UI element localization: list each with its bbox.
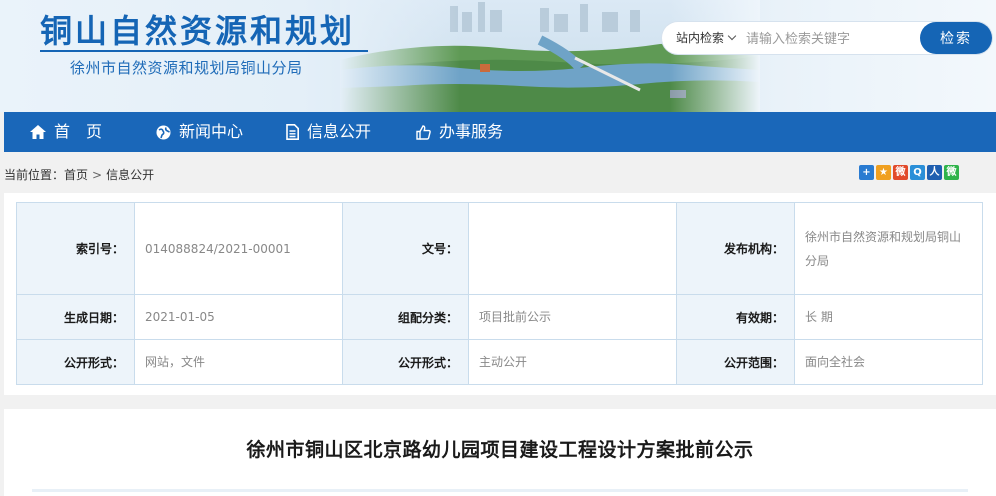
nav-item-home[interactable]: 首 页 (30, 112, 102, 152)
breadcrumb: 当前位置：首页 > 信息公开 (4, 166, 154, 183)
globe-icon (156, 125, 171, 139)
article-panel: 徐州市铜山区北京路幼儿园项目建设工程设计方案批前公示 (4, 409, 996, 496)
meta-value-doc-no (468, 202, 677, 295)
article-divider (32, 489, 968, 492)
nav-item-news[interactable]: 新闻中心 (156, 112, 243, 152)
city-scenery-image (340, 0, 760, 112)
chevron-down-icon (727, 31, 737, 41)
meta-label-validity: 有效期： (676, 294, 795, 340)
meta-value-category: 项目批前公示 (468, 294, 677, 340)
meta-value-publisher: 徐州市自然资源和规划局铜山分局 (794, 202, 983, 295)
breadcrumb-info-link[interactable]: 信息公开 (106, 166, 154, 183)
search-box: 站内检索 检索 (662, 22, 992, 54)
title-divider (40, 50, 368, 52)
star-share-icon[interactable]: ★ (876, 165, 891, 180)
meta-label-open-form-2: 公开形式： (342, 339, 469, 385)
nav-item-label: 信息公开 (307, 122, 372, 141)
nav-item-label: 新闻中心 (179, 122, 244, 141)
weibo-icon[interactable]: 微 (893, 165, 908, 180)
qq-icon[interactable]: Q (910, 165, 925, 180)
add-share-icon[interactable]: + (859, 165, 874, 180)
meta-label-open-scope: 公开范围： (676, 339, 795, 385)
nav-item-info-disclosure[interactable]: 信息公开 (286, 112, 371, 152)
home-icon (30, 125, 46, 139)
search-button[interactable]: 检索 (920, 22, 992, 54)
wechat-icon[interactable]: 微 (944, 165, 959, 180)
nav-item-label: 首 页 (54, 122, 103, 141)
main-nav: 首 页 新闻中心 信息公开 办事服务 (4, 112, 996, 152)
thumbs-up-icon (416, 124, 431, 140)
meta-value-gen-date: 2021-01-05 (134, 294, 343, 340)
renren-icon[interactable]: 人 (927, 165, 942, 180)
meta-row: 索引号： 014088824/2021-00001 文号： 发布机构： 徐州市自… (16, 202, 983, 295)
search-input[interactable] (744, 26, 924, 52)
meta-value-open-scope: 面向全社会 (794, 339, 983, 385)
document-meta-panel: 索引号： 014088824/2021-00001 文号： 发布机构： 徐州市自… (4, 193, 996, 395)
breadcrumb-prefix: 当前位置： (4, 168, 65, 182)
meta-label-publisher: 发布机构： (676, 202, 795, 295)
meta-row: 公开形式： 网站，文件 公开形式： 主动公开 公开范围： 面向全社会 (16, 339, 983, 385)
breadcrumb-home-link[interactable]: 首页 (64, 166, 88, 183)
meta-value-open-form-2: 主动公开 (468, 339, 677, 385)
meta-value-index-no: 014088824/2021-00001 (134, 202, 343, 295)
site-title: 铜山自然资源和规划 (40, 12, 356, 50)
meta-label-index-no: 索引号： (16, 202, 135, 295)
site-subtitle: 徐州市自然资源和规划局铜山分局 (70, 59, 303, 77)
article-title: 徐州市铜山区北京路幼儿园项目建设工程设计方案批前公示 (246, 439, 754, 461)
meta-row: 生成日期： 2021-01-05 组配分类： 项目批前公示 有效期： 长 期 (16, 294, 983, 340)
meta-label-doc-no: 文号： (342, 202, 469, 295)
meta-label-open-form: 公开形式： (16, 339, 135, 385)
document-meta-table: 索引号： 014088824/2021-00001 文号： 发布机构： 徐州市自… (16, 202, 983, 385)
meta-value-open-form: 网站，文件 (134, 339, 343, 385)
meta-value-validity: 长 期 (794, 294, 983, 340)
breadcrumb-separator: > (92, 168, 103, 182)
search-scope-dropdown[interactable]: 站内检索 (676, 22, 737, 54)
share-toolbar: + ★ 微 Q 人 微 (859, 165, 959, 181)
meta-label-category: 组配分类： (342, 294, 469, 340)
nav-item-label: 办事服务 (439, 122, 504, 141)
document-icon (286, 124, 299, 140)
search-scope-label: 站内检索 (676, 31, 725, 45)
header-banner: 铜山自然资源和规划 徐州市自然资源和规划局铜山分局 站内检索 检索 (0, 0, 996, 112)
meta-label-gen-date: 生成日期： (16, 294, 135, 340)
nav-item-services[interactable]: 办事服务 (416, 112, 503, 152)
